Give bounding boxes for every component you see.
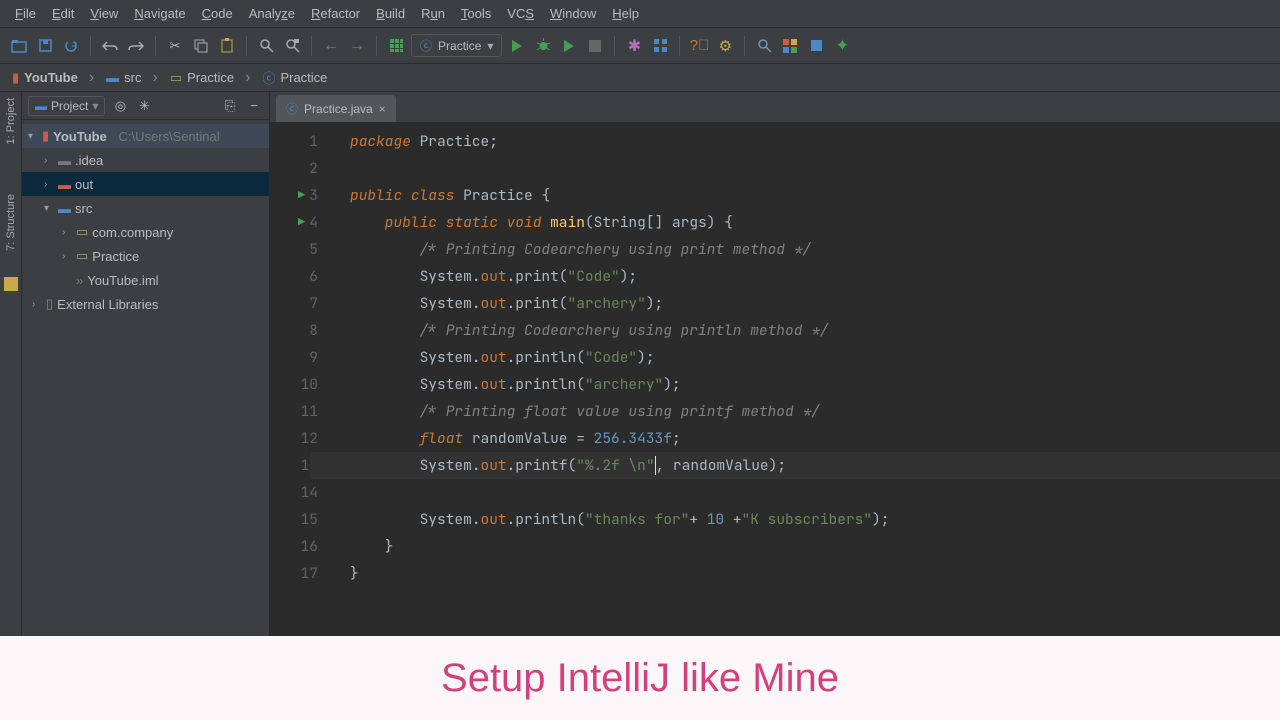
copy-icon[interactable]: [190, 35, 212, 57]
main-toolbar: ✂ ← → ⓒPractice▾ ✱ ?⃝ ⚙ ✦: [0, 28, 1280, 64]
run-config-label: Practice: [438, 39, 481, 53]
tree-item-practice[interactable]: ›▭Practice: [22, 244, 269, 268]
cut-icon[interactable]: ✂: [164, 35, 186, 57]
crumb-project[interactable]: ▮YouTube: [8, 69, 102, 87]
material-theme-icon[interactable]: [779, 35, 801, 57]
tool-project-button[interactable]: 1: Project: [5, 98, 17, 144]
menu-refactor[interactable]: Refactor: [304, 3, 367, 24]
tree-root[interactable]: ▾▮ YouTube C:\Users\Sentinal: [22, 124, 269, 148]
menu-bar: File Edit View Navigate Code Analyze Ref…: [0, 0, 1280, 28]
tree-item-company[interactable]: ›▭com.company: [22, 220, 269, 244]
stop-icon[interactable]: [584, 35, 606, 57]
menu-run[interactable]: Run: [414, 3, 452, 24]
menu-file[interactable]: File: [8, 3, 43, 24]
left-tool-rail: 1: Project 7: Structure: [0, 92, 22, 636]
grid-icon[interactable]: [385, 35, 407, 57]
navigation-bar: ▮YouTube ▬src ▭Practice ⓒPractice: [0, 64, 1280, 92]
editor-tabs: ⓒ Practice.java ×: [270, 92, 1280, 122]
crumb-src[interactable]: ▬src: [102, 69, 166, 87]
replace-icon[interactable]: [281, 35, 303, 57]
search-everywhere-icon[interactable]: [753, 35, 775, 57]
collapse-icon[interactable]: ✳: [135, 97, 153, 115]
undo-icon[interactable]: [99, 35, 121, 57]
editor-area: ⓒ Practice.java × ▶ ▶ 💡 1234567891011121…: [270, 92, 1280, 636]
paste-icon[interactable]: [216, 35, 238, 57]
menu-navigate[interactable]: Navigate: [127, 3, 192, 24]
structure-icon: [4, 277, 18, 291]
back-icon[interactable]: ←: [320, 35, 342, 57]
class-icon: ⓒ: [286, 100, 298, 117]
gear-icon[interactable]: −: [245, 97, 263, 115]
tree-item-src[interactable]: ▾▬src: [22, 196, 269, 220]
menu-help[interactable]: Help: [605, 3, 646, 24]
tree-item-idea[interactable]: ›▬.idea: [22, 148, 269, 172]
menu-code[interactable]: Code: [195, 3, 240, 24]
save-all-icon[interactable]: [34, 35, 56, 57]
tree-item-out[interactable]: ›▬out: [22, 172, 269, 196]
code-editor[interactable]: ▶ ▶ 💡 1234567891011121314151617 package …: [270, 122, 1280, 636]
menu-vcs[interactable]: VCS: [500, 3, 541, 24]
project-view-selector[interactable]: ▬Project ▾: [28, 96, 105, 116]
accent-icon[interactable]: [805, 35, 827, 57]
menu-analyze[interactable]: Analyze: [242, 3, 302, 24]
tree-item-libraries[interactable]: ›▯External Libraries: [22, 292, 269, 316]
run-icon[interactable]: [506, 35, 528, 57]
crumb-class[interactable]: ⓒPractice: [258, 68, 346, 87]
tree-item-iml[interactable]: »YouTube.iml: [22, 268, 269, 292]
banner-text: Setup IntelliJ like Mine: [441, 656, 839, 701]
debug-icon[interactable]: [532, 35, 554, 57]
thumbnail-banner: Setup IntelliJ like Mine: [0, 636, 1280, 720]
tab-practice[interactable]: ⓒ Practice.java ×: [276, 95, 396, 122]
redo-icon[interactable]: [125, 35, 147, 57]
find-icon[interactable]: [255, 35, 277, 57]
forward-icon[interactable]: →: [346, 35, 368, 57]
menu-window[interactable]: Window: [543, 3, 603, 24]
run-config-selector[interactable]: ⓒPractice▾: [411, 34, 502, 57]
hide-icon[interactable]: ⎘: [221, 97, 239, 115]
crumb-package[interactable]: ▭Practice: [166, 69, 259, 87]
menu-tools[interactable]: Tools: [454, 3, 498, 24]
close-tab-icon[interactable]: ×: [379, 102, 386, 116]
plugin-icon[interactable]: ✦: [831, 35, 853, 57]
sdk-icon[interactable]: ⚙: [714, 35, 736, 57]
structure-icon[interactable]: [649, 35, 671, 57]
menu-edit[interactable]: Edit: [45, 3, 81, 24]
run-gutter-icon[interactable]: ▶: [298, 182, 305, 209]
run-coverage-icon[interactable]: [558, 35, 580, 57]
menu-build[interactable]: Build: [369, 3, 412, 24]
tab-label: Practice.java: [304, 102, 373, 116]
project-tree: ▾▮ YouTube C:\Users\Sentinal ›▬.idea ›▬o…: [22, 120, 269, 636]
open-icon[interactable]: [8, 35, 30, 57]
project-sidebar: ▬Project ▾ ◎ ✳ ⎘ − ▾▮ YouTube C:\Users\S…: [22, 92, 270, 636]
settings-icon[interactable]: ✱: [623, 35, 645, 57]
run-gutter-icon[interactable]: ▶: [298, 209, 305, 236]
autoscroll-icon[interactable]: ◎: [111, 97, 129, 115]
tool-structure-button[interactable]: 7: Structure: [5, 194, 17, 251]
menu-view[interactable]: View: [83, 3, 125, 24]
gutter: ▶ ▶ 💡 1234567891011121314151617: [270, 122, 330, 636]
help-icon[interactable]: ?⃝: [688, 35, 710, 57]
sync-icon[interactable]: [60, 35, 82, 57]
